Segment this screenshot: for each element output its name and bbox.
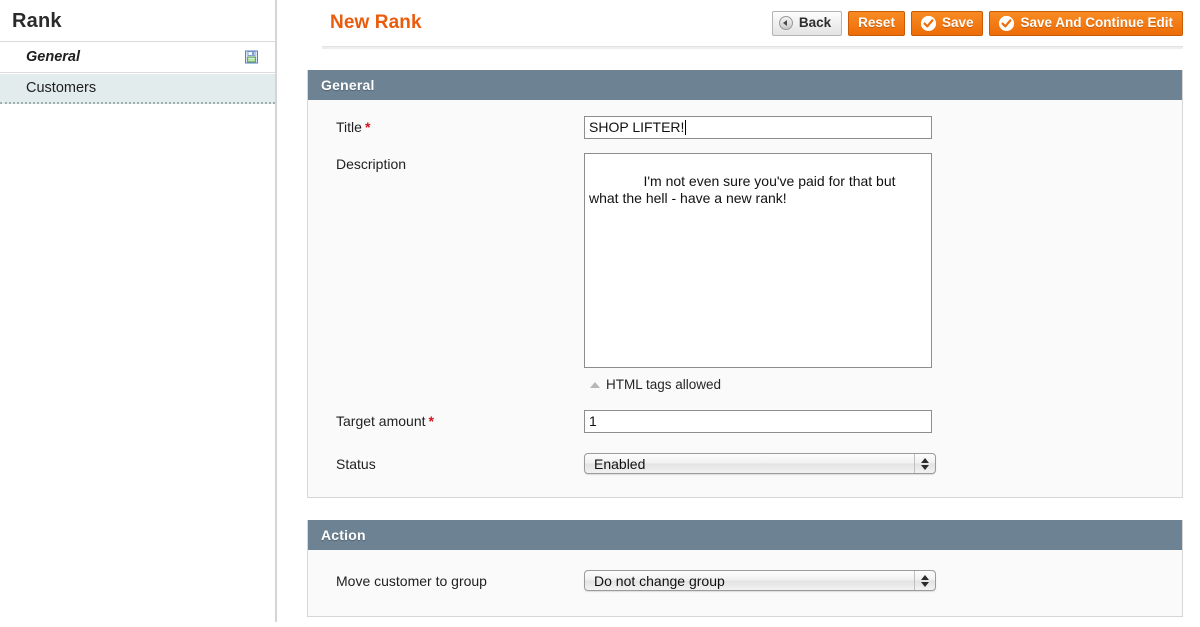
general-panel: General Title* SHOP LIFTER! Description: [307, 70, 1183, 498]
save-button-label: Save: [941, 15, 974, 31]
save-and-continue-edit-button[interactable]: Save And Continue Edit: [989, 10, 1183, 36]
resize-handle-icon[interactable]: [917, 353, 929, 365]
move-customer-to-group-label: Move customer to group: [336, 573, 487, 589]
chevron-down-icon: [921, 581, 929, 587]
chevron-down-icon: [921, 464, 929, 470]
check-circle-icon: [920, 15, 936, 31]
title-row: Title * SHOP LIFTER!: [308, 116, 1182, 139]
back-button[interactable]: Back: [771, 10, 843, 36]
action-panel-body: Move customer to group Do not change gro…: [308, 550, 1182, 616]
html-tags-allowed-text: HTML tags allowed: [606, 377, 722, 392]
sidebar-item-general[interactable]: General: [0, 42, 275, 73]
page-title: New Rank: [330, 12, 422, 33]
save-and-continue-edit-button-label: Save And Continue Edit: [1020, 15, 1173, 31]
content-header: New Rank Back Reset Save Save And Contin…: [303, 0, 1184, 46]
target-amount-row: Target amount * 1: [308, 410, 1182, 433]
status-row: Status Enabled: [308, 453, 1182, 475]
sidebar-item-customers-label: Customers: [26, 80, 97, 96]
save-floppy-icon[interactable]: [245, 50, 258, 64]
move-customer-to-group-select-value: Do not change group: [594, 572, 725, 589]
action-panel: Action Move customer to group Do not cha…: [307, 520, 1183, 617]
header-button-group: Back Reset Save Save And Continue Edit: [771, 10, 1183, 36]
move-customer-to-group-select[interactable]: Do not change group: [584, 570, 936, 591]
status-label: Status: [336, 456, 376, 472]
main-content: New Rank Back Reset Save Save And Contin…: [303, 0, 1184, 617]
triangle-up-icon: [590, 381, 600, 388]
description-field-wrap: I'm not even sure you've paid for that b…: [584, 153, 932, 392]
title-input-value: SHOP LIFTER!: [589, 119, 685, 135]
title-label: Title *: [336, 119, 371, 135]
description-textarea[interactable]: I'm not even sure you've paid for that b…: [584, 153, 932, 368]
target-amount-input-value: 1: [589, 413, 597, 429]
title-field-wrap: SHOP LIFTER!: [584, 116, 932, 139]
html-tags-allowed-note: HTML tags allowed: [584, 377, 932, 392]
reset-button-label: Reset: [858, 15, 895, 31]
description-textarea-value: I'm not even sure you've paid for that b…: [589, 173, 900, 206]
general-panel-body: Title * SHOP LIFTER! Description I'm not …: [308, 100, 1182, 497]
page-root: Rank General Customers New Rank Back Res…: [0, 0, 1200, 627]
title-required-marker: *: [364, 119, 371, 135]
move-customer-to-group-field-wrap: Do not change group: [584, 570, 936, 591]
sidebar-title: Rank: [12, 10, 62, 32]
title-input[interactable]: SHOP LIFTER!: [584, 116, 932, 139]
target-amount-field-wrap: 1: [584, 410, 932, 433]
description-row: Description I'm not even sure you've pai…: [308, 153, 1182, 392]
reset-button[interactable]: Reset: [848, 10, 905, 36]
sidebar: Rank General Customers: [0, 0, 277, 622]
select-stepper-arrows-icon[interactable]: [914, 571, 935, 590]
target-amount-required-marker: *: [428, 413, 434, 429]
status-field-wrap: Enabled: [584, 453, 936, 474]
description-label: Description: [336, 156, 407, 172]
sidebar-item-general-label: General: [26, 49, 80, 65]
chevron-up-icon: [921, 574, 929, 580]
status-select[interactable]: Enabled: [584, 453, 936, 474]
general-panel-heading: General: [308, 70, 1182, 100]
select-stepper-arrows-icon[interactable]: [914, 454, 935, 473]
save-button[interactable]: Save: [910, 10, 984, 36]
target-amount-input[interactable]: 1: [584, 410, 932, 433]
move-customer-to-group-row: Move customer to group Do not change gro…: [308, 570, 1182, 592]
back-circle-arrow-icon: [778, 16, 793, 30]
action-panel-heading: Action: [308, 520, 1182, 550]
sidebar-item-customers[interactable]: Customers: [0, 73, 275, 104]
target-amount-label: Target amount *: [336, 413, 434, 429]
text-cursor-icon: [685, 120, 687, 135]
chevron-up-icon: [921, 457, 929, 463]
status-select-value: Enabled: [594, 455, 646, 472]
back-button-label: Back: [798, 15, 832, 31]
header-divider: [322, 46, 1183, 49]
check-circle-icon: [999, 15, 1015, 31]
